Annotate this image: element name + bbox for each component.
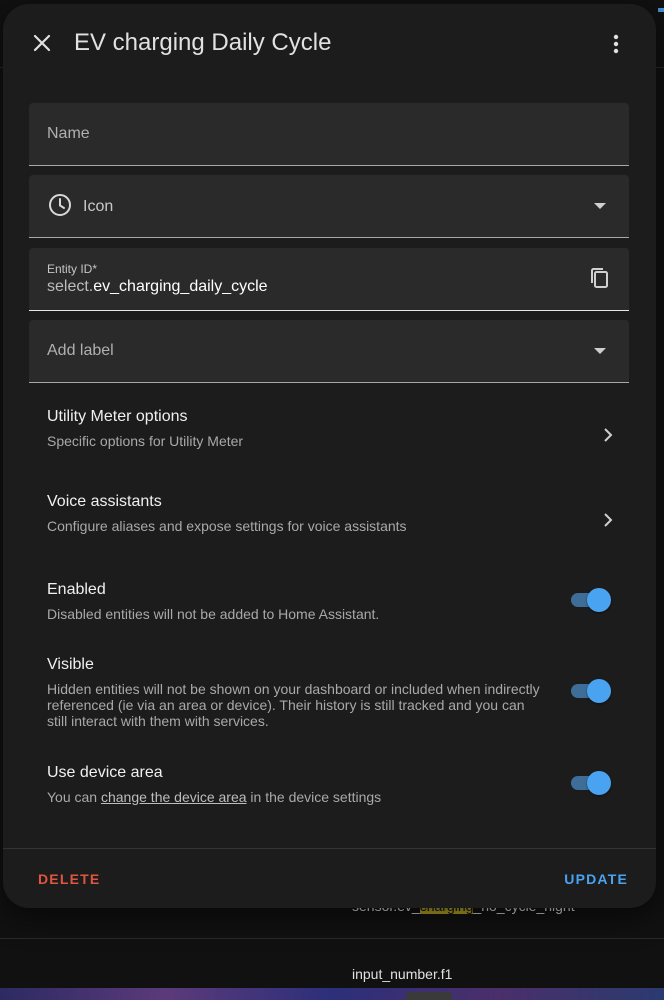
update-button[interactable]: UPDATE [564,871,628,887]
delete-button[interactable]: DELETE [38,871,100,887]
visible-toggle[interactable] [569,678,611,704]
voice-assistants-title: Voice assistants [47,493,162,510]
name-field[interactable]: Name [29,103,629,166]
icon-picker[interactable]: Icon [29,175,629,238]
area-desc-text: in the device settings [246,789,382,805]
enabled-toggle[interactable] [569,587,611,613]
entity-id-value: select.ev_charging_daily_cycle [47,278,268,296]
copy-entity-id-button[interactable] [587,266,611,290]
entity-id-object-id: ev_charging_daily_cycle [93,278,268,295]
copy-icon [591,268,608,288]
dropdown-arrow-icon [594,348,606,354]
voice-assistants-row[interactable]: Voice assistants Configure aliases and e… [29,478,639,548]
background-entity-row[interactable]: input_number.f1 [352,966,452,982]
entity-id-domain-prefix: select. [47,278,94,295]
dropdown-arrow-icon [594,203,606,209]
utility-meter-title: Utility Meter options [47,408,188,425]
toggle-knob [587,771,611,795]
visible-description: Hidden entities will not be shown on you… [47,681,540,729]
close-button[interactable] [27,28,57,58]
background-bottom-bar [0,988,664,1000]
change-device-area-link[interactable]: change the device area [101,789,247,805]
entity-id-label: Entity ID* [47,262,98,276]
icon-picker-label: Icon [83,198,114,215]
visible-setting: Visible Hidden entities will not be show… [29,653,639,733]
footer-divider [3,848,656,849]
toggle-knob [587,679,611,703]
use-device-area-description: You can change the device area in the de… [47,789,527,805]
toggle-knob [587,588,611,612]
enabled-title: Enabled [47,581,106,598]
use-device-area-title: Use device area [47,764,163,781]
entity-id-field[interactable]: Entity ID* select.ev_charging_daily_cycl… [29,248,629,311]
enabled-description: Disabled entities will not be added to H… [47,606,380,622]
clock-icon [49,194,71,216]
background-accent [658,8,664,12]
utility-meter-subtitle: Specific options for Utility Meter [47,433,244,449]
background-divider [0,938,664,939]
chevron-right-icon [604,513,613,527]
voice-assistants-subtitle: Configure aliases and expose settings fo… [47,518,407,534]
chevron-right-icon [604,428,613,442]
use-device-area-setting: Use device area You can change the devic… [29,761,639,811]
use-device-area-toggle[interactable] [569,770,611,796]
add-label-text: Add label [47,342,114,359]
add-label-picker[interactable]: Add label [29,320,629,383]
visible-title: Visible [47,656,94,673]
more-vert-icon [613,34,619,54]
enabled-setting: Enabled Disabled entities will not be ad… [29,578,639,628]
more-options-button[interactable] [604,32,628,56]
utility-meter-options-row[interactable]: Utility Meter options Specific options f… [29,393,639,463]
area-desc-text: You can [47,789,101,805]
close-icon [33,34,51,52]
name-field-label: Name [47,125,90,142]
background-handle [406,992,452,1000]
dialog-title: EV charging Daily Cycle [74,29,332,56]
dialog-header: EV charging Daily Cycle [3,4,656,88]
entity-settings-dialog: EV charging Daily Cycle Name Icon Entity… [3,4,656,908]
